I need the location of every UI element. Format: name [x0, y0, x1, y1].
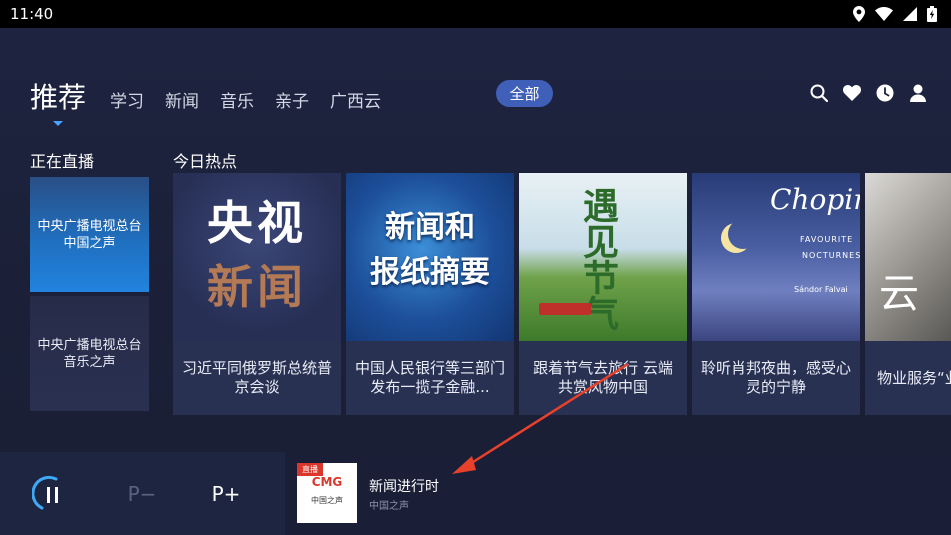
- card-thumbnail-solar-terms: 遇见节气: [519, 173, 687, 341]
- card-caption: 中国人民银行等三部门发布一揽子金融...: [354, 359, 505, 396]
- thumb-title-line2: 新闻: [207, 260, 307, 314]
- signal-icon: [903, 7, 917, 21]
- tab-news[interactable]: 新闻: [165, 87, 199, 116]
- all-categories-button[interactable]: 全部: [496, 80, 553, 107]
- now-playing-subtitle: 中国之声: [369, 501, 409, 512]
- thumb-title-line1: 新闻和: [385, 210, 475, 245]
- tab-recommend[interactable]: 推荐: [30, 76, 87, 126]
- thumb-title-line2: 报纸摘要: [370, 255, 490, 290]
- status-bar: 11:40: [0, 0, 951, 28]
- live-item-label: 中央广播电视总台音乐之声: [37, 337, 142, 370]
- moon-illustration: [728, 219, 758, 249]
- hot-card[interactable]: Chopin FAVOURITE NOCTURNES Sándor Falvai…: [692, 173, 860, 415]
- wifi-icon: [875, 7, 893, 21]
- cmg-logo: CMG: [311, 475, 343, 489]
- thumb-title: Chopin: [770, 183, 860, 216]
- card-caption: 聆听肖邦夜曲，感受心灵的宁静: [700, 359, 851, 396]
- card-caption: 习近平同俄罗斯总统普京会谈: [181, 359, 332, 396]
- pause-button[interactable]: [24, 452, 80, 535]
- location-icon: [853, 6, 865, 22]
- hot-card[interactable]: 遇见节气 跟着节气去旅行 云端共赏风物中国: [519, 173, 687, 415]
- now-playing-title: 新闻进行时: [369, 479, 439, 495]
- status-time: 11:40: [10, 5, 54, 23]
- history-clock-icon[interactable]: [875, 82, 894, 104]
- thumb-title: 云: [879, 271, 919, 317]
- now-playing-cover[interactable]: 直播 CMG 中国之声: [297, 463, 357, 523]
- train-illustration: [539, 303, 591, 315]
- search-icon[interactable]: [809, 82, 828, 104]
- thumb-artist: Sándor Falvai: [794, 285, 848, 294]
- active-tab-indicator: [53, 121, 63, 126]
- tab-guangxi-cloud[interactable]: 广西云: [330, 87, 381, 116]
- user-icon[interactable]: [908, 82, 927, 104]
- live-item-cnr-music[interactable]: 中央广播电视总台音乐之声: [30, 296, 149, 411]
- card-thumbnail-cctv-news: 央视 新闻: [173, 173, 341, 341]
- status-icons: [853, 6, 937, 22]
- heart-icon[interactable]: [842, 82, 861, 104]
- pause-icon: [32, 475, 58, 509]
- card-caption: 物业服务“业主该怎: [877, 368, 951, 387]
- thumb-subtitle-1: FAVOURITE: [800, 235, 854, 244]
- card-thumbnail-news-digest: 新闻和 报纸摘要: [346, 173, 514, 341]
- category-nav: 推荐 学习 新闻 音乐 亲子 广西云: [30, 72, 402, 126]
- battery-charging-icon: [927, 6, 937, 22]
- thumb-subtitle-2: NOCTURNES: [802, 251, 860, 260]
- hot-section-title: 今日热点: [173, 152, 238, 171]
- tab-kids[interactable]: 亲子: [275, 87, 309, 116]
- cover-channel-text: 中国之声: [311, 496, 343, 505]
- hot-card[interactable]: 央视 新闻 习近平同俄罗斯总统普京会谈: [173, 173, 341, 415]
- card-thumbnail-chopin: Chopin FAVOURITE NOCTURNES Sándor Falvai: [692, 173, 860, 341]
- card-caption: 跟着节气去旅行 云端共赏风物中国: [533, 359, 673, 396]
- hot-cards-row: 央视 新闻 习近平同俄罗斯总统普京会谈 新闻和 报纸摘要 中国人民银行等三部门发…: [173, 173, 951, 415]
- hot-card[interactable]: 云 物业服务“业主该怎: [865, 173, 951, 415]
- previous-channel-button[interactable]: P−: [118, 452, 166, 535]
- top-right-actions: [809, 82, 927, 104]
- tab-label: 推荐: [30, 81, 87, 114]
- tab-music[interactable]: 音乐: [220, 87, 254, 116]
- live-section-title: 正在直播: [30, 152, 95, 171]
- hot-card[interactable]: 新闻和 报纸摘要 中国人民银行等三部门发布一揽子金融...: [346, 173, 514, 415]
- thumb-title-line1: 央视: [207, 196, 307, 250]
- live-item-label: 中央广播电视总台中国之声: [37, 218, 142, 251]
- tab-study[interactable]: 学习: [110, 87, 144, 116]
- live-item-cnr-voice-of-china[interactable]: 中央广播电视总台中国之声: [30, 177, 149, 292]
- card-thumbnail-property: 云: [865, 173, 951, 341]
- next-channel-button[interactable]: P+: [202, 452, 250, 535]
